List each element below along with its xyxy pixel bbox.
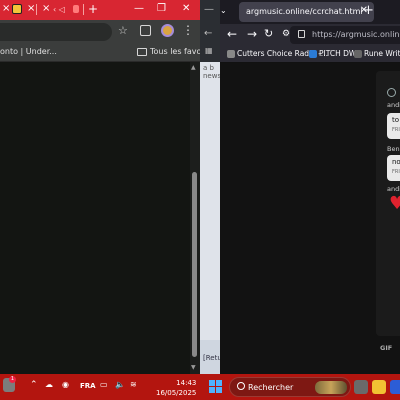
right-nav-bar: ← → ↻ ⚙ https://argmusic.online/cc: [220, 24, 400, 46]
notification-badge: 1: [9, 376, 16, 383]
left-tab-strip: × × ‹ ◁ × + — ❐ ✕: [0, 0, 200, 20]
windows-icon[interactable]: [209, 380, 223, 394]
avatar-icon[interactable]: [161, 24, 174, 37]
desktop: × × ‹ ◁ × + — ❐ ✕ ☆ ⋮ onto | Under... To…: [0, 0, 400, 400]
tab-favicon-icon[interactable]: [73, 5, 79, 13]
taskbar-right-screen: Rechercher: [200, 374, 400, 400]
bookmark-item[interactable]: Rune Writer: [364, 49, 400, 58]
user-icon: [387, 88, 396, 97]
background-document: — ← ▦ a b news [Retu: [200, 0, 220, 374]
onedrive-icon[interactable]: ☁: [45, 380, 53, 389]
file-explorer-icon[interactable]: [372, 380, 386, 394]
bookmark-item[interactable]: onto | Under...: [0, 47, 57, 56]
network-icon[interactable]: ◉: [62, 380, 69, 389]
forward-icon[interactable]: →: [247, 27, 257, 41]
folder-icon: [137, 48, 147, 56]
doc-text: news: [203, 72, 220, 80]
message-text: to: [392, 116, 400, 124]
gif-button[interactable]: GIF: [380, 344, 392, 352]
chat-page: andil to FRI Benn no FRI andil ♥ GIF: [220, 63, 400, 374]
chevron-up-icon[interactable]: ⌃: [30, 380, 38, 390]
minimize-icon[interactable]: —: [134, 3, 144, 14]
taskbar: 1 ⌃ ☁ ◉ FRA ▭ 🔈 ≋ 14:43 16/05/2025 Reche…: [0, 374, 400, 400]
search-icon: [237, 382, 245, 390]
scroll-down-icon[interactable]: ▼: [191, 364, 196, 371]
tab-close-icon[interactable]: ×: [27, 3, 35, 14]
left-scrollbar[interactable]: ▲ ▼: [190, 62, 200, 374]
bookmark-item[interactable]: PITCH DW: [319, 49, 356, 58]
close-window-icon[interactable]: ✕: [182, 3, 190, 14]
message-timestamp: FRI: [392, 127, 400, 133]
heart-icon: ♥: [389, 193, 400, 214]
doc-text[interactable]: [Retu: [203, 354, 220, 362]
right-tab-strip: ⌄ argmusic.online/ccrchat.html ✕ +: [220, 0, 400, 24]
scrollbar-thumb[interactable]: [192, 172, 197, 357]
bookmark-favicon-icon: [309, 50, 317, 58]
task-view-icon[interactable]: [354, 380, 368, 394]
search-placeholder: Rechercher: [248, 383, 294, 392]
all-bookmarks-link[interactable]: Tous les favoris: [150, 47, 200, 56]
right-browser-window: ⌄ argmusic.online/ccrchat.html ✕ + ← → ↻…: [220, 0, 400, 374]
active-tab[interactable]: argmusic.online/ccrchat.html ✕: [239, 2, 374, 22]
tab-divider: [36, 4, 37, 15]
right-address-bar[interactable]: https://argmusic.online/cc: [290, 26, 400, 44]
clock-time: 14:43: [176, 379, 197, 387]
chat-username: andil: [387, 101, 400, 109]
tab-label[interactable]: ‹ ◁: [53, 5, 65, 14]
language-indicator[interactable]: FRA: [80, 382, 96, 390]
doc-footer: [Retu: [200, 340, 220, 374]
chat-message: to FRI: [387, 113, 400, 139]
bookmark-favicon-icon: [354, 50, 362, 58]
new-tab-button[interactable]: +: [88, 2, 98, 16]
background-toolbar: — ← ▦: [200, 0, 220, 62]
speaker-icon[interactable]: 🔈: [115, 380, 125, 389]
app-icon[interactable]: [390, 380, 400, 394]
star-icon[interactable]: ☆: [118, 24, 128, 37]
search-input[interactable]: Rechercher: [229, 377, 351, 397]
chat-message: no FRI: [387, 155, 400, 181]
back-icon[interactable]: ←: [204, 28, 212, 39]
tab-close-icon[interactable]: ×: [42, 3, 50, 14]
chat-username: andil: [387, 185, 400, 193]
lock-icon[interactable]: [298, 30, 305, 38]
clock-date: 16/05/2025: [156, 389, 197, 397]
clock[interactable]: 14:43 16/05/2025: [156, 378, 196, 398]
extension-icon[interactable]: [140, 25, 151, 36]
chevron-down-icon[interactable]: ⌄: [220, 6, 227, 15]
battery-icon[interactable]: ▭: [100, 380, 108, 389]
back-icon[interactable]: ←: [227, 27, 237, 41]
menu-icon[interactable]: ⋮: [182, 23, 194, 37]
right-bookmarks-bar: Cutters Choice Radio -... PITCH DW Rune …: [220, 46, 400, 63]
doc-text: a b: [203, 64, 214, 72]
maximize-icon[interactable]: ❐: [157, 3, 166, 14]
new-tab-button[interactable]: +: [363, 3, 374, 18]
site-settings-icon[interactable]: ⚙: [282, 29, 290, 39]
left-bookmarks-bar: onto | Under... Tous les favoris: [0, 44, 200, 62]
left-address-bar[interactable]: [0, 23, 112, 41]
message-timestamp: FRI: [392, 169, 400, 175]
reload-icon[interactable]: ↻: [264, 27, 273, 40]
tab-divider: [83, 4, 84, 15]
url-text: https://argmusic.online/cc: [312, 30, 400, 39]
tab-favicon-icon[interactable]: [12, 4, 22, 14]
chat-username: Benn: [387, 145, 400, 153]
bookmark-favicon-icon: [227, 50, 235, 58]
wifi-icon[interactable]: ≋: [130, 380, 137, 389]
left-browser-window: × × ‹ ◁ × + — ❐ ✕ ☆ ⋮ onto | Under... To…: [0, 0, 200, 374]
apps-icon[interactable]: ▦: [205, 46, 213, 55]
left-page-content: [0, 62, 190, 374]
scroll-up-icon[interactable]: ▲: [191, 64, 196, 71]
tab-close-icon[interactable]: ×: [2, 3, 10, 14]
search-highlight-image: [315, 381, 347, 394]
message-text: no: [392, 158, 400, 166]
tab-title: argmusic.online/ccrchat.html: [246, 7, 363, 16]
minimize-icon[interactable]: —: [204, 4, 214, 15]
left-toolbar: ☆ ⋮: [0, 20, 200, 44]
